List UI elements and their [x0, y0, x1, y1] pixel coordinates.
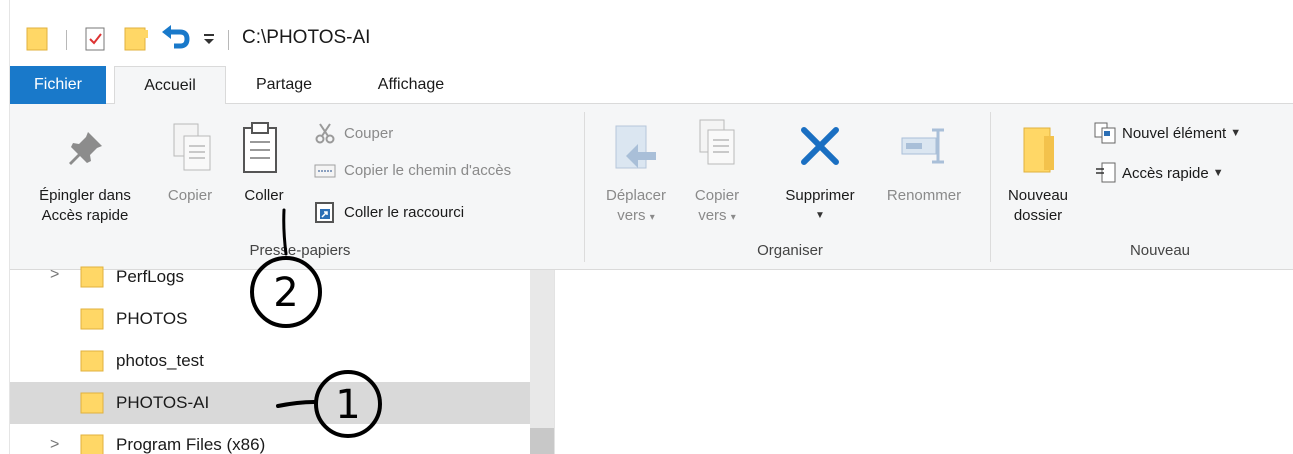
customize-qat-icon[interactable]: [202, 32, 216, 46]
delete-dropdown-arrow[interactable]: ▼: [764, 206, 876, 226]
tab-share[interactable]: Partage: [232, 66, 336, 104]
folder-icon: [80, 434, 104, 454]
new-folder-button[interactable]: Nouveau dossier: [996, 186, 1080, 226]
copy-to-icon: [699, 119, 735, 165]
organize-group-label: Organiser: [757, 242, 823, 259]
pin-label-line1: Épingler dans: [39, 187, 131, 204]
copy-icon: [173, 123, 211, 171]
new-folder-qat-icon[interactable]: [124, 26, 150, 52]
paste-shortcut-label: Coller le raccourci: [344, 203, 465, 221]
rename-icon: [901, 128, 944, 164]
copy-to-line2: vers ▾: [698, 207, 736, 224]
folder-icon: [80, 266, 104, 288]
delete-label: Supprimer: [785, 187, 855, 204]
new-item-dropdown-arrow[interactable]: ▼: [1230, 127, 1241, 139]
pin-quick-access-button[interactable]: Épingler dans Accès rapide: [10, 186, 160, 226]
qat-separator: [66, 30, 67, 50]
new-folder-line1: Nouveau: [1007, 187, 1069, 204]
new-folder-icon: [1023, 127, 1054, 173]
tab-file[interactable]: Fichier: [10, 66, 106, 104]
title-separator: [228, 30, 229, 50]
move-to-button[interactable]: Déplacer vers ▾: [596, 186, 676, 228]
copy-path-label: Copier le chemin d'accès: [344, 162, 512, 179]
new-item-icon: [1094, 122, 1116, 144]
annotation-marker-one: 1: [276, 370, 382, 438]
folder-icon: [26, 27, 48, 51]
new-folder-line2: dossier: [1013, 207, 1063, 224]
move-to-line2: vers ▾: [617, 207, 655, 224]
rename-button[interactable]: Renommer: [872, 186, 976, 206]
ribbon-tabs: Fichier Accueil Partage Affichage: [0, 66, 1293, 105]
cut-button[interactable]: Couper: [314, 122, 393, 144]
folder-icon: [80, 392, 104, 414]
annotation-one-text: 1: [335, 382, 360, 428]
ribbon-home: Épingler dans Accès rapide Copier Coller…: [10, 104, 1293, 270]
tab-home[interactable]: Accueil: [114, 66, 226, 105]
annotation-two-text: 2: [273, 270, 298, 316]
pin-label-line2: Accès rapide: [41, 207, 129, 224]
nav-scrollbar-thumb[interactable]: [530, 428, 554, 454]
move-to-line1: Déplacer: [605, 187, 667, 204]
nav-item-label: PHOTOS: [116, 309, 188, 328]
copy-button[interactable]: Copier: [158, 186, 222, 206]
group-separator: [990, 112, 991, 262]
pin-icon: [69, 132, 102, 165]
folder-icon: [80, 308, 104, 330]
window-title: C:\PHOTOS-AI: [242, 27, 371, 48]
copy-to-line1: Copier: [694, 187, 740, 204]
nav-item-label: Program Files (x86): [116, 435, 266, 454]
undo-icon[interactable]: [160, 24, 190, 54]
delete-x-icon: [801, 127, 839, 165]
tab-view[interactable]: Affichage: [348, 66, 474, 104]
nav-scrollbar[interactable]: [530, 270, 554, 454]
nav-item-label: PerfLogs: [116, 267, 185, 286]
expand-chevron-icon[interactable]: >: [50, 266, 59, 284]
new-item-button[interactable]: Nouvel élément ▼: [1094, 122, 1241, 144]
move-to-icon: [615, 125, 656, 169]
copy-to-button[interactable]: Copier vers ▾: [682, 186, 752, 228]
scissors-icon: [315, 123, 335, 144]
cut-label: Couper: [344, 124, 394, 142]
window-left-edge: [0, 0, 10, 454]
easy-access-button[interactable]: Accès rapide ▼: [1094, 162, 1224, 184]
new-group-label: Nouveau: [1129, 242, 1191, 259]
folder-icon: [80, 350, 104, 372]
paste-icon: [243, 122, 277, 173]
expand-chevron-icon[interactable]: >: [50, 436, 59, 454]
nav-item-label: photos_test: [116, 351, 204, 370]
new-item-label: Nouvel élément: [1122, 124, 1227, 142]
copy-path-button[interactable]: Copier le chemin d'accès: [314, 162, 511, 179]
group-separator: [584, 112, 585, 262]
copy-path-icon: [314, 164, 336, 177]
easy-access-label: Accès rapide: [1122, 164, 1209, 182]
easy-access-icon: [1096, 162, 1116, 183]
annotation-marker-two: 2: [250, 208, 322, 328]
content-pane[interactable]: [555, 270, 1293, 454]
title-bar: C:\PHOTOS-AI: [0, 0, 1293, 62]
delete-button[interactable]: Supprimer ▼: [764, 186, 876, 226]
paste-button[interactable]: Coller: [232, 186, 296, 206]
easy-access-dropdown-arrow[interactable]: ▼: [1213, 167, 1224, 179]
nav-item-label: PHOTOS-AI: [116, 393, 210, 412]
properties-icon[interactable]: [84, 26, 108, 52]
